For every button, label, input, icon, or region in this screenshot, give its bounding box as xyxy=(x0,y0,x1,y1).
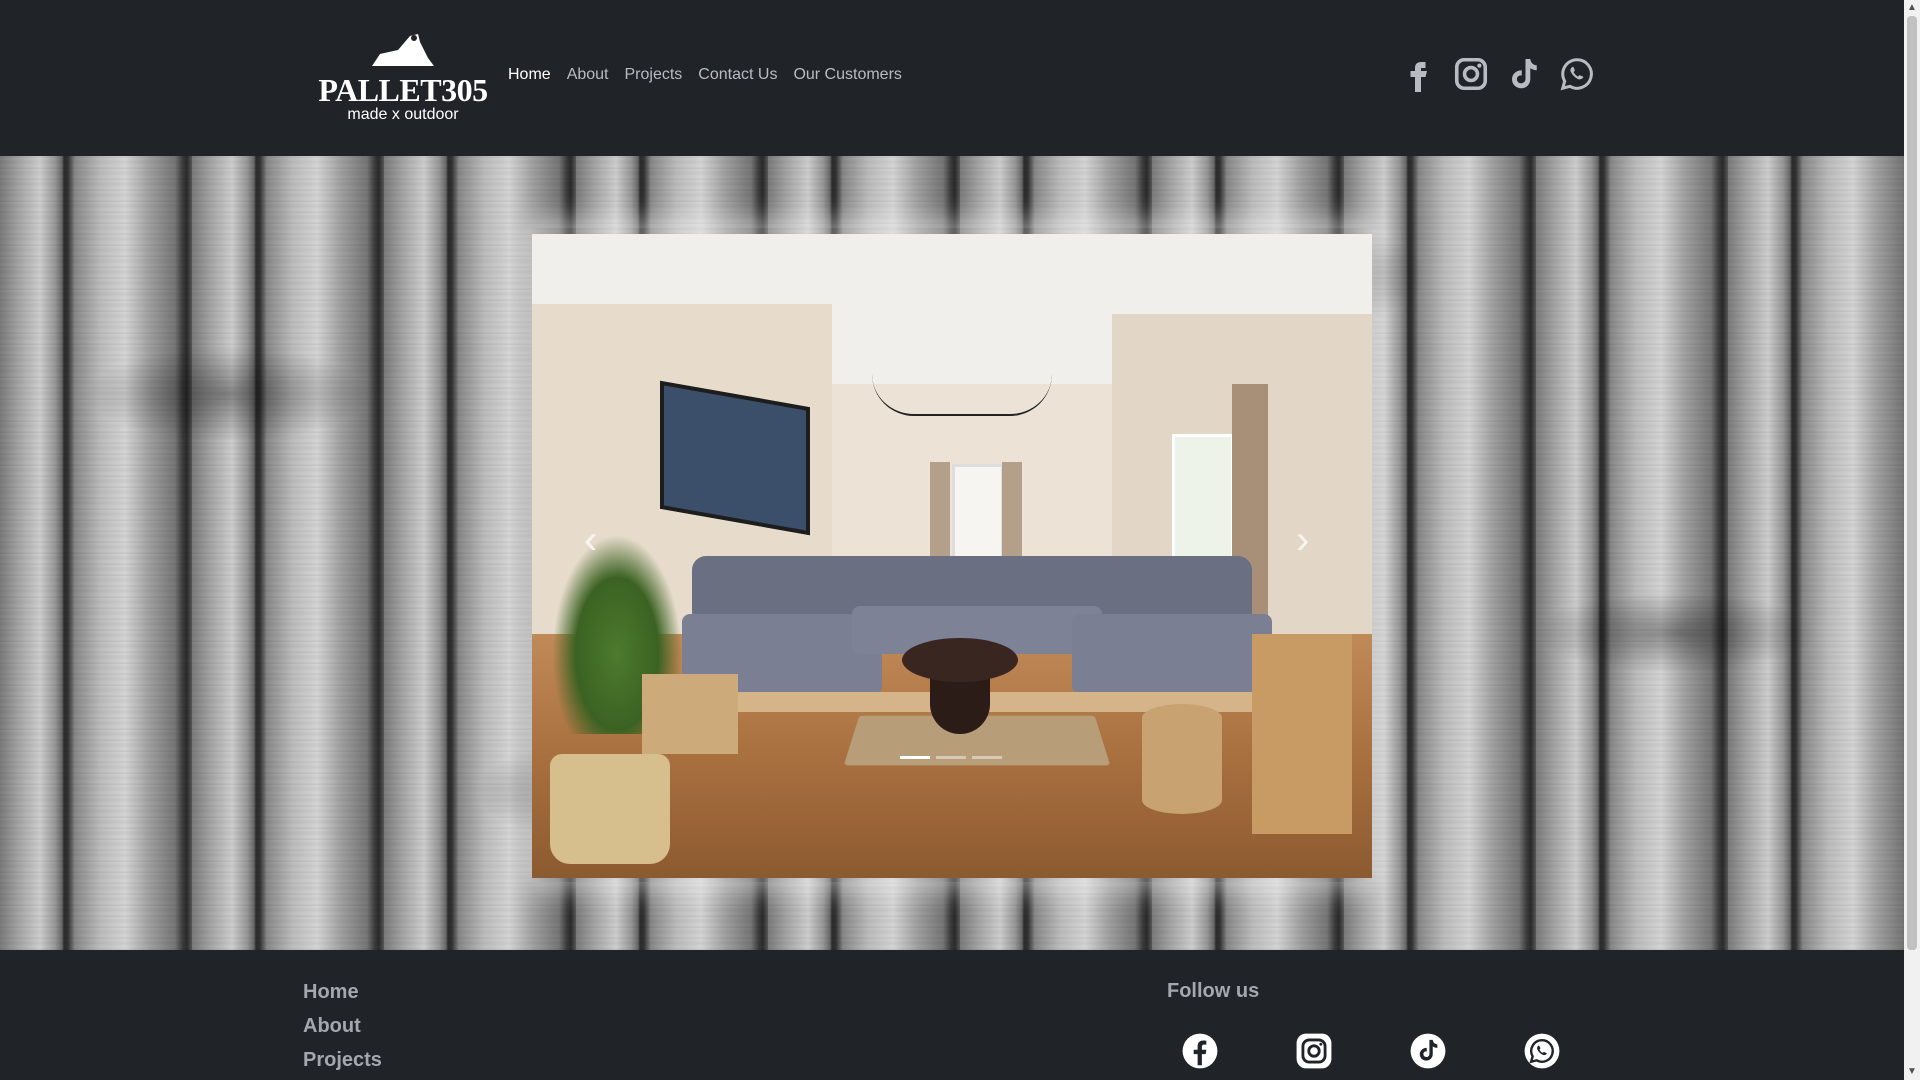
scroll-up-arrow[interactable]: ▲ xyxy=(1904,0,1920,16)
slide-prev-button[interactable]: ‹ xyxy=(584,518,597,563)
slide-indicators xyxy=(900,756,1002,759)
chandelier xyxy=(872,374,1052,416)
instagram-icon[interactable] xyxy=(1295,1032,1333,1070)
facebook-icon[interactable] xyxy=(1181,1032,1219,1070)
hero-section: ‹ › xyxy=(0,156,1904,950)
scroll-thumb[interactable] xyxy=(1907,16,1917,950)
footer-social-links xyxy=(1181,1032,1561,1070)
nav-item-contact-us[interactable]: Contact Us xyxy=(698,66,777,84)
slide-image-living-room xyxy=(532,234,1372,878)
nav-item-our-customers[interactable]: Our Customers xyxy=(793,66,901,84)
coffee-table xyxy=(902,638,1018,682)
facebook-icon[interactable] xyxy=(1400,56,1436,92)
wood-stump-table xyxy=(1142,704,1222,814)
slide-dot-1[interactable] xyxy=(900,756,930,759)
tiktok-icon[interactable] xyxy=(1409,1032,1447,1070)
scroll-down-arrow[interactable]: ▼ xyxy=(1904,1064,1920,1080)
slide-next-button[interactable]: › xyxy=(1296,518,1309,563)
bench-stool xyxy=(642,674,738,754)
follow-us-heading: Follow us xyxy=(1167,980,1260,1002)
instagram-icon[interactable] xyxy=(1453,56,1489,92)
hand-plane-logo-icon xyxy=(372,34,434,66)
whatsapp-icon[interactable] xyxy=(1523,1032,1561,1070)
brand-tagline: made x outdoor xyxy=(347,106,459,123)
nav-item-home[interactable]: Home xyxy=(508,66,551,84)
back-window xyxy=(952,464,1004,560)
site-header: PALLET305 made x outdoor Home About Proj… xyxy=(0,0,1904,156)
footer-link-projects[interactable]: Projects xyxy=(303,1048,382,1072)
logo[interactable]: PALLET305 made x outdoor xyxy=(314,32,492,128)
footer-link-about[interactable]: About xyxy=(303,1014,382,1038)
side-window xyxy=(1172,434,1234,560)
brand-name: PALLET305 xyxy=(318,72,488,108)
woven-basket xyxy=(550,754,670,864)
nav-item-projects[interactable]: Projects xyxy=(625,66,683,84)
page-scrollbar[interactable]: ▲ ▼ xyxy=(1904,0,1920,1080)
footer-nav: Home About Projects xyxy=(303,980,382,1072)
slide-dot-2[interactable] xyxy=(936,756,966,759)
wall-tv xyxy=(660,380,810,536)
footer-link-home[interactable]: Home xyxy=(303,980,382,1004)
nav-item-about[interactable]: About xyxy=(567,66,609,84)
whatsapp-icon[interactable] xyxy=(1559,56,1595,92)
header-social-links xyxy=(1400,56,1595,92)
tiktok-icon[interactable] xyxy=(1506,56,1542,92)
main-nav: Home About Projects Contact Us Our Custo… xyxy=(508,66,902,84)
site-footer: Home About Projects Follow us xyxy=(0,950,1904,1080)
side-stool xyxy=(1252,634,1352,834)
slide-dot-3[interactable] xyxy=(972,756,1002,759)
